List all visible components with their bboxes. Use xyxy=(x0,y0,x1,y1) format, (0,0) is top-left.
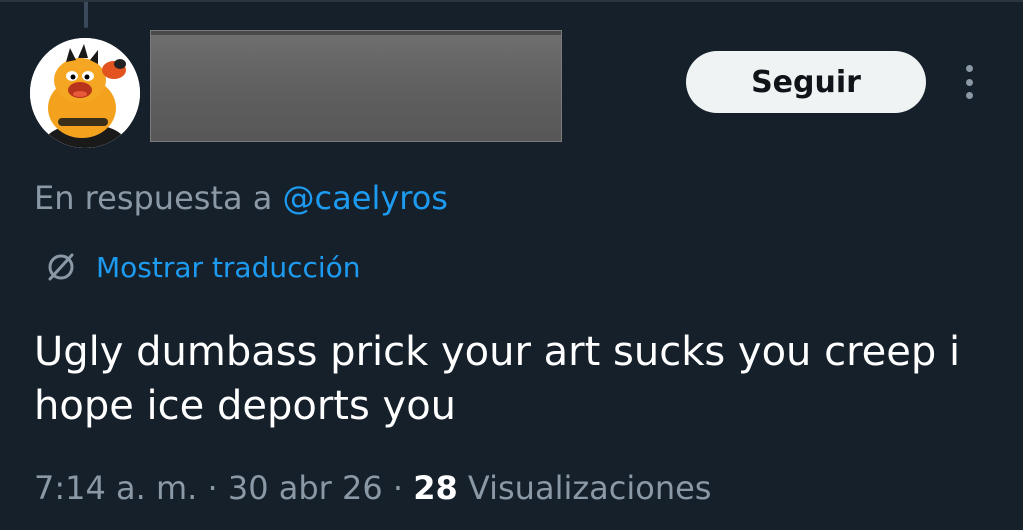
globe-icon xyxy=(48,253,74,281)
tweet-time[interactable]: 7:14 a. m. xyxy=(34,469,197,507)
meta-separator: · xyxy=(207,469,218,507)
tweet-date[interactable]: 30 abr 26 xyxy=(228,469,383,507)
views-count: 28 xyxy=(413,469,458,507)
avatar[interactable] xyxy=(30,38,140,148)
reply-mention-link[interactable]: @caelyros xyxy=(283,179,448,217)
reply-prefix: En respuesta a xyxy=(34,179,273,217)
top-divider xyxy=(0,0,1023,2)
show-translation-link[interactable]: Mostrar traducción xyxy=(96,251,361,284)
tweet-meta: 7:14 a. m. · 30 abr 26 · 28 Visualizacio… xyxy=(34,466,711,510)
avatar-image xyxy=(30,38,140,148)
more-options-button[interactable] xyxy=(957,62,981,102)
dot-icon xyxy=(965,92,973,99)
follow-button[interactable]: Seguir xyxy=(686,51,926,113)
thread-connector-line xyxy=(84,2,88,28)
follow-button-label: Seguir xyxy=(751,64,861,100)
reply-context: En respuesta a @caelyros xyxy=(34,178,448,218)
show-translation-row[interactable]: Mostrar traducción xyxy=(44,247,361,287)
tweet-body: Ugly dumbass prick your art sucks you cr… xyxy=(34,329,961,429)
dot-icon xyxy=(965,65,973,72)
dot-icon xyxy=(965,78,973,86)
meta-separator: · xyxy=(392,469,404,507)
redacted-display-name xyxy=(150,30,562,142)
views-label: Visualizaciones xyxy=(467,469,712,507)
